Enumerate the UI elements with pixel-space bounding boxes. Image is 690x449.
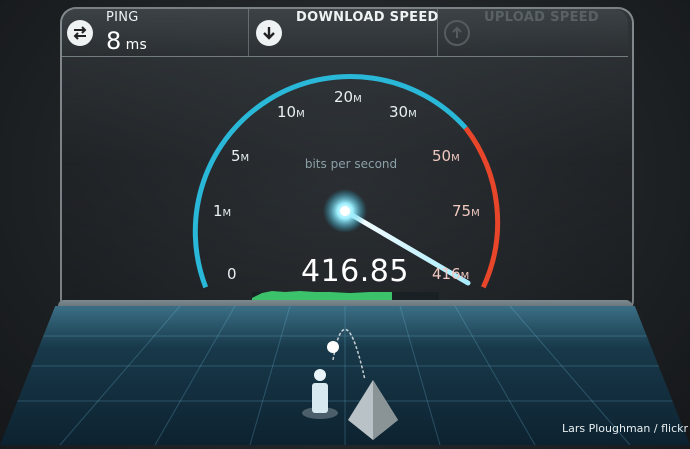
user-icon [302, 369, 338, 419]
server-icon [348, 380, 398, 440]
photo-credit: Lars Ploughman / flickr [562, 422, 689, 435]
connection-scene [302, 328, 398, 440]
packet-dot [327, 341, 339, 353]
connection-arc [332, 328, 366, 381]
